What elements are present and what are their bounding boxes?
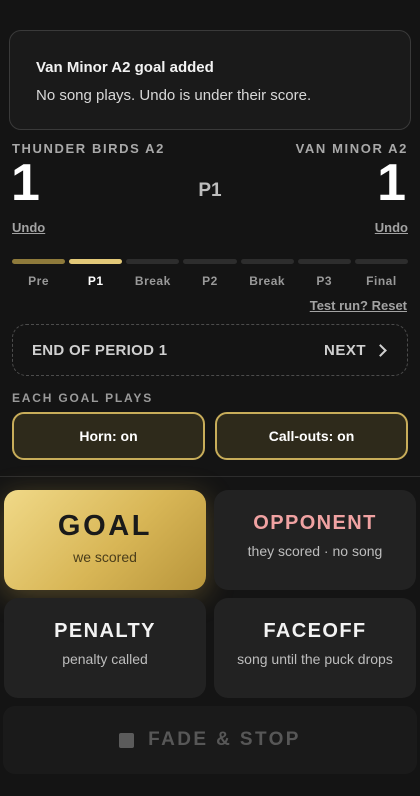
phase-label: P2 bbox=[202, 274, 218, 288]
faceoff-sublabel: song until the puck drops bbox=[237, 651, 393, 667]
callouts-toggle[interactable]: Call-outs: on bbox=[215, 412, 408, 460]
phase-label: P3 bbox=[316, 274, 333, 288]
period-progress-bar bbox=[12, 259, 408, 264]
progress-segment bbox=[183, 259, 237, 264]
penalty-label: PENALTY bbox=[54, 620, 156, 642]
progress-segment bbox=[69, 259, 123, 264]
progress-segment bbox=[354, 259, 408, 264]
fade-stop-label: FADE & STOP bbox=[148, 729, 301, 750]
progress-segment bbox=[297, 259, 351, 264]
goal-sublabel: we scored bbox=[73, 549, 137, 565]
home-undo-button[interactable]: Undo bbox=[12, 220, 45, 235]
period-phase-labels: Pre P1 Break P2 Break P3 Final bbox=[12, 274, 408, 288]
faceoff-label: FACEOFF bbox=[263, 620, 367, 642]
test-run-reset-link[interactable]: Test run? Reset bbox=[310, 298, 407, 313]
goal-button[interactable]: GOAL we scored bbox=[4, 490, 206, 590]
goal-toast: Van Minor A2 goal added No song plays. U… bbox=[9, 30, 411, 130]
chevron-right-icon bbox=[374, 343, 387, 357]
next-period-button[interactable]: NEXT bbox=[323, 341, 387, 359]
phase-label: Final bbox=[366, 274, 397, 288]
phase-label: P1 bbox=[87, 274, 104, 288]
next-label: NEXT bbox=[323, 341, 366, 359]
section-divider bbox=[0, 476, 420, 477]
phase-label: Break bbox=[249, 274, 286, 288]
opponent-sublabel: they scored · no song bbox=[247, 543, 383, 559]
penalty-sublabel: penalty called bbox=[62, 651, 148, 667]
opponent-label: OPPONENT bbox=[253, 512, 377, 534]
penalty-button[interactable]: PENALTY penalty called bbox=[4, 598, 206, 698]
horn-toggle[interactable]: Horn: on bbox=[12, 412, 205, 460]
end-of-period-bar[interactable]: END OF PERIOD 1 NEXT bbox=[12, 324, 408, 376]
opponent-button[interactable]: OPPONENT they scored · no song bbox=[214, 490, 416, 590]
current-period: P1 bbox=[198, 180, 222, 201]
goal-label: GOAL bbox=[57, 510, 153, 542]
phase-label: Pre bbox=[28, 274, 49, 288]
progress-segment bbox=[240, 259, 294, 264]
progress-segment bbox=[12, 259, 66, 264]
stop-icon bbox=[119, 732, 135, 748]
toast-message: No song plays. Undo is under their score… bbox=[36, 87, 312, 104]
goal-plays-label: EACH GOAL PLAYS bbox=[12, 391, 154, 405]
faceoff-button[interactable]: FACEOFF song until the puck drops bbox=[214, 598, 416, 698]
away-undo-button[interactable]: Undo bbox=[375, 220, 408, 235]
toast-title: Van Minor A2 goal added bbox=[36, 59, 214, 76]
progress-segment bbox=[126, 259, 180, 264]
end-of-period-label: END OF PERIOD 1 bbox=[32, 341, 168, 359]
fade-stop-button[interactable]: FADE & STOP bbox=[3, 706, 417, 774]
phase-label: Break bbox=[134, 274, 171, 288]
